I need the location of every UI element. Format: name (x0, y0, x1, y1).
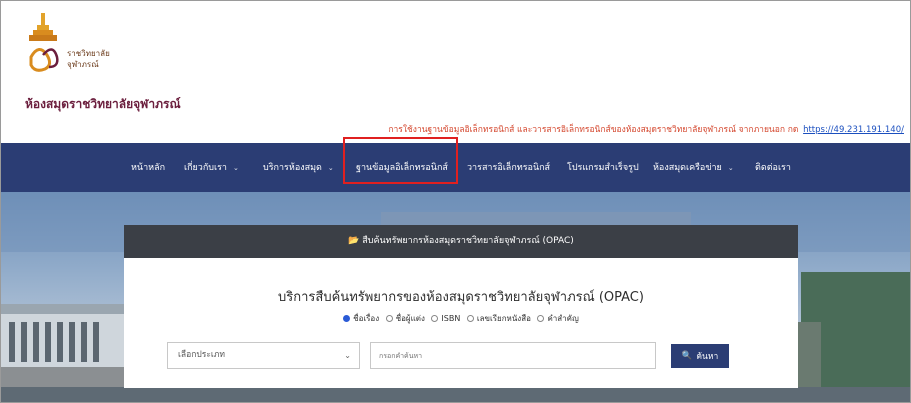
radio-author[interactable]: ชื่อผู้แต่ง (385, 312, 425, 325)
nav-item-label: วารสารอิเล็กทรอนิกส์ (467, 163, 551, 173)
highlight-annotation-box (343, 137, 458, 184)
nav-item-label: ติดต่อเรา (755, 163, 791, 173)
radio-label: ชื่อเรื่อง (353, 314, 380, 323)
nav-item-home[interactable]: หน้าหลัก (131, 160, 165, 174)
radio-indicator[interactable] (537, 315, 545, 322)
nav-item-contact[interactable]: ติดต่อเรา (755, 160, 791, 174)
radio-label: เลขเรียกหนังสือ (476, 314, 531, 323)
radio-indicator[interactable] (385, 315, 393, 322)
select-value: เลือกประเภท (178, 350, 226, 360)
radio-indicator[interactable] (466, 315, 474, 322)
radio-isbn[interactable]: ISBN (431, 314, 460, 323)
nav-item-label: บริการห้องสมุด (263, 163, 322, 173)
nav-item-about[interactable]: เกี่ยวกับเรา ⌄ (184, 160, 239, 174)
opac-header-label: สืบค้นทรัพยากรห้องสมุดราชวิทยาลัยจุฬาภรณ… (362, 236, 574, 246)
external-access-notice: การใช้งานฐานข้อมูลอิเล็กทรอนิกส์ และวารส… (388, 122, 904, 136)
chevron-down-icon: ⌄ (327, 164, 334, 172)
search-icon: 🔍 (681, 351, 693, 361)
chevron-down-icon: ⌄ (344, 351, 351, 360)
opac-title: บริการสืบค้นทรัพยากรของห้องสมุดราชวิทยาล… (278, 290, 644, 305)
opac-search-panel: บริการสืบค้นทรัพยากรของห้องสมุดราชวิทยาล… (124, 258, 798, 388)
search-button-label: ค้นหา (696, 352, 719, 362)
chevron-down-icon: ⌄ (727, 164, 734, 172)
nav-item-label: เกี่ยวกับเรา (184, 163, 227, 173)
radio-title[interactable]: ชื่อเรื่อง (343, 312, 379, 325)
search-field-options: ชื่อเรื่อง ชื่อผู้แต่ง ISBN เลขเรียกหนัง… (124, 312, 798, 325)
nav-item-label: หน้าหลัก (131, 163, 166, 173)
nav-item-label: โปรแกรมสำเร็จรูป (567, 163, 639, 173)
nav-item-label: ห้องสมุดเครือข่าย (653, 163, 722, 173)
logo-text-line2: จุฬาภรณ์ (67, 60, 99, 69)
radio-selected-indicator[interactable] (343, 315, 351, 322)
college-logo[interactable]: ราชวิทยาลัย จุฬาภรณ์ (23, 13, 163, 77)
chevron-down-icon: ⌄ (232, 164, 239, 172)
browser-viewport: ราชวิทยาลัย จุฬาภรณ์ ห้องสมุดราชวิทยาลัย… (0, 0, 911, 403)
radio-label: คำสำคัญ (547, 314, 579, 323)
external-access-link[interactable]: https://49.231.191.140/ (803, 125, 904, 135)
nav-item-library-services[interactable]: บริการห้องสมุด ⌄ (263, 160, 334, 174)
site-title: ห้องสมุดราชวิทยาลัยจุฬาภรณ์ (25, 97, 181, 111)
logo-emblem-icon (29, 13, 59, 72)
radio-label: ชื่อผู้แต่ง (395, 314, 425, 323)
search-button[interactable]: 🔍 ค้นหา (671, 344, 729, 368)
radio-label: ISBN (441, 314, 461, 323)
folder-open-icon: 📂 (348, 236, 360, 246)
site-header: ราชวิทยาลัย จุฬาภรณ์ ห้องสมุดราชวิทยาลัย… (1, 1, 910, 143)
notice-text: การใช้งานฐานข้อมูลอิเล็กทรอนิกส์ และวารส… (388, 125, 799, 135)
nav-item-e-journals[interactable]: วารสารอิเล็กทรอนิกส์ (467, 160, 550, 174)
radio-indicator[interactable] (431, 315, 439, 322)
nav-item-software[interactable]: โปรแกรมสำเร็จรูป (567, 160, 639, 174)
opac-panel-header: 📂 สืบค้นทรัพยากรห้องสมุดราชวิทยาลัยจุฬาภ… (124, 225, 798, 258)
radio-keyword[interactable]: คำสำคัญ (537, 312, 579, 325)
radio-call-number[interactable]: เลขเรียกหนังสือ (466, 312, 531, 325)
search-input[interactable] (370, 342, 656, 369)
nav-item-network-libraries[interactable]: ห้องสมุดเครือข่าย ⌄ (653, 160, 734, 174)
material-type-select[interactable]: เลือกประเภท ⌄ (167, 342, 360, 369)
